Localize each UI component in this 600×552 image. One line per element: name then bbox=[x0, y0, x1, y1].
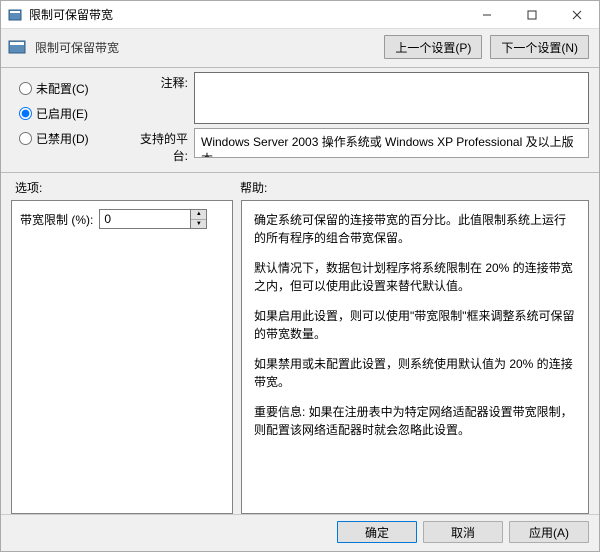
radio-enabled-label: 已启用(E) bbox=[36, 105, 88, 122]
comment-label: 注释: bbox=[126, 72, 188, 91]
help-paragraph: 如果禁用或未配置此设置，则系统使用默认值为 20% 的连接带宽。 bbox=[254, 355, 576, 391]
apply-button[interactable]: 应用(A) bbox=[509, 521, 589, 543]
header-row: 限制可保留带宽 上一个设置(P) 下一个设置(N) bbox=[1, 29, 599, 65]
radio-disabled-label: 已禁用(D) bbox=[36, 130, 89, 147]
policy-icon bbox=[7, 37, 27, 57]
radio-not-configured-label: 未配置(C) bbox=[36, 80, 89, 97]
section-labels: 选项: 帮助: bbox=[1, 177, 599, 200]
spinner-down-button[interactable]: ▼ bbox=[191, 220, 206, 229]
app-icon bbox=[7, 7, 23, 23]
radio-not-configured[interactable]: 未配置(C) bbox=[19, 80, 126, 97]
state-radio-group: 未配置(C) 已启用(E) 已禁用(D) bbox=[11, 72, 126, 164]
fields-column: 注释: 支持的平台: Windows Server 2003 操作系统或 Win… bbox=[126, 72, 589, 164]
bandwidth-label: 带宽限制 (%): bbox=[20, 211, 93, 228]
divider bbox=[1, 67, 599, 68]
panels-row: 带宽限制 (%): ▲ ▼ 确定系统可保留的连接带宽的百分比。此值限制系统上运行… bbox=[1, 200, 599, 514]
cancel-button[interactable]: 取消 bbox=[423, 521, 503, 543]
minimize-button[interactable] bbox=[464, 1, 509, 29]
radio-disabled[interactable]: 已禁用(D) bbox=[19, 130, 126, 147]
bandwidth-option: 带宽限制 (%): ▲ ▼ bbox=[20, 209, 224, 229]
help-panel: 确定系统可保留的连接带宽的百分比。此值限制系统上运行的所有程序的组合带宽保留。 … bbox=[241, 200, 589, 514]
comment-field: 注释: bbox=[126, 72, 589, 124]
bandwidth-input[interactable] bbox=[100, 210, 190, 228]
footer-buttons: 确定 取消 应用(A) bbox=[1, 514, 599, 551]
platform-value: Windows Server 2003 操作系统或 Windows XP Pro… bbox=[194, 128, 589, 158]
options-panel: 带宽限制 (%): ▲ ▼ bbox=[11, 200, 233, 514]
radio-not-configured-input[interactable] bbox=[19, 82, 32, 95]
next-setting-button[interactable]: 下一个设置(N) bbox=[490, 35, 589, 59]
help-paragraph: 如果启用此设置，则可以使用"带宽限制"框来调整系统可保留的带宽数量。 bbox=[254, 307, 576, 343]
help-paragraph: 重要信息: 如果在注册表中为特定网络适配器设置带宽限制，则配置该网络适配器时就会… bbox=[254, 403, 576, 439]
help-paragraph: 默认情况下，数据包计划程序将系统限制在 20% 的连接带宽之内，但可以使用此设置… bbox=[254, 259, 576, 295]
spinner-up-button[interactable]: ▲ bbox=[191, 210, 206, 220]
radio-enabled-input[interactable] bbox=[19, 107, 32, 120]
window-buttons bbox=[464, 1, 599, 29]
help-paragraph: 确定系统可保留的连接带宽的百分比。此值限制系统上运行的所有程序的组合带宽保留。 bbox=[254, 211, 576, 247]
radio-enabled[interactable]: 已启用(E) bbox=[19, 105, 126, 122]
platform-label: 支持的平台: bbox=[126, 128, 188, 164]
divider-2 bbox=[1, 172, 599, 173]
bandwidth-spinner[interactable]: ▲ ▼ bbox=[99, 209, 207, 229]
options-label: 选项: bbox=[15, 179, 240, 196]
radio-disabled-input[interactable] bbox=[19, 132, 32, 145]
platform-field: 支持的平台: Windows Server 2003 操作系统或 Windows… bbox=[126, 128, 589, 164]
top-section: 未配置(C) 已启用(E) 已禁用(D) 注释: 支持的平台: bbox=[1, 72, 599, 170]
maximize-button[interactable] bbox=[509, 1, 554, 29]
window-title: 限制可保留带宽 bbox=[29, 6, 464, 23]
close-button[interactable] bbox=[554, 1, 599, 29]
page-title: 限制可保留带宽 bbox=[35, 39, 376, 56]
ok-button[interactable]: 确定 bbox=[337, 521, 417, 543]
policy-editor-window: 限制可保留带宽 限制可保留带宽 上一个设置(P) 下一个设置(N) 未配置(C) bbox=[0, 0, 600, 552]
comment-input[interactable] bbox=[194, 72, 589, 124]
titlebar: 限制可保留带宽 bbox=[1, 1, 599, 29]
prev-setting-button[interactable]: 上一个设置(P) bbox=[384, 35, 482, 59]
help-label: 帮助: bbox=[240, 179, 585, 196]
content-area: 限制可保留带宽 上一个设置(P) 下一个设置(N) 未配置(C) 已启用(E) … bbox=[1, 29, 599, 551]
spinner-buttons: ▲ ▼ bbox=[190, 210, 206, 228]
